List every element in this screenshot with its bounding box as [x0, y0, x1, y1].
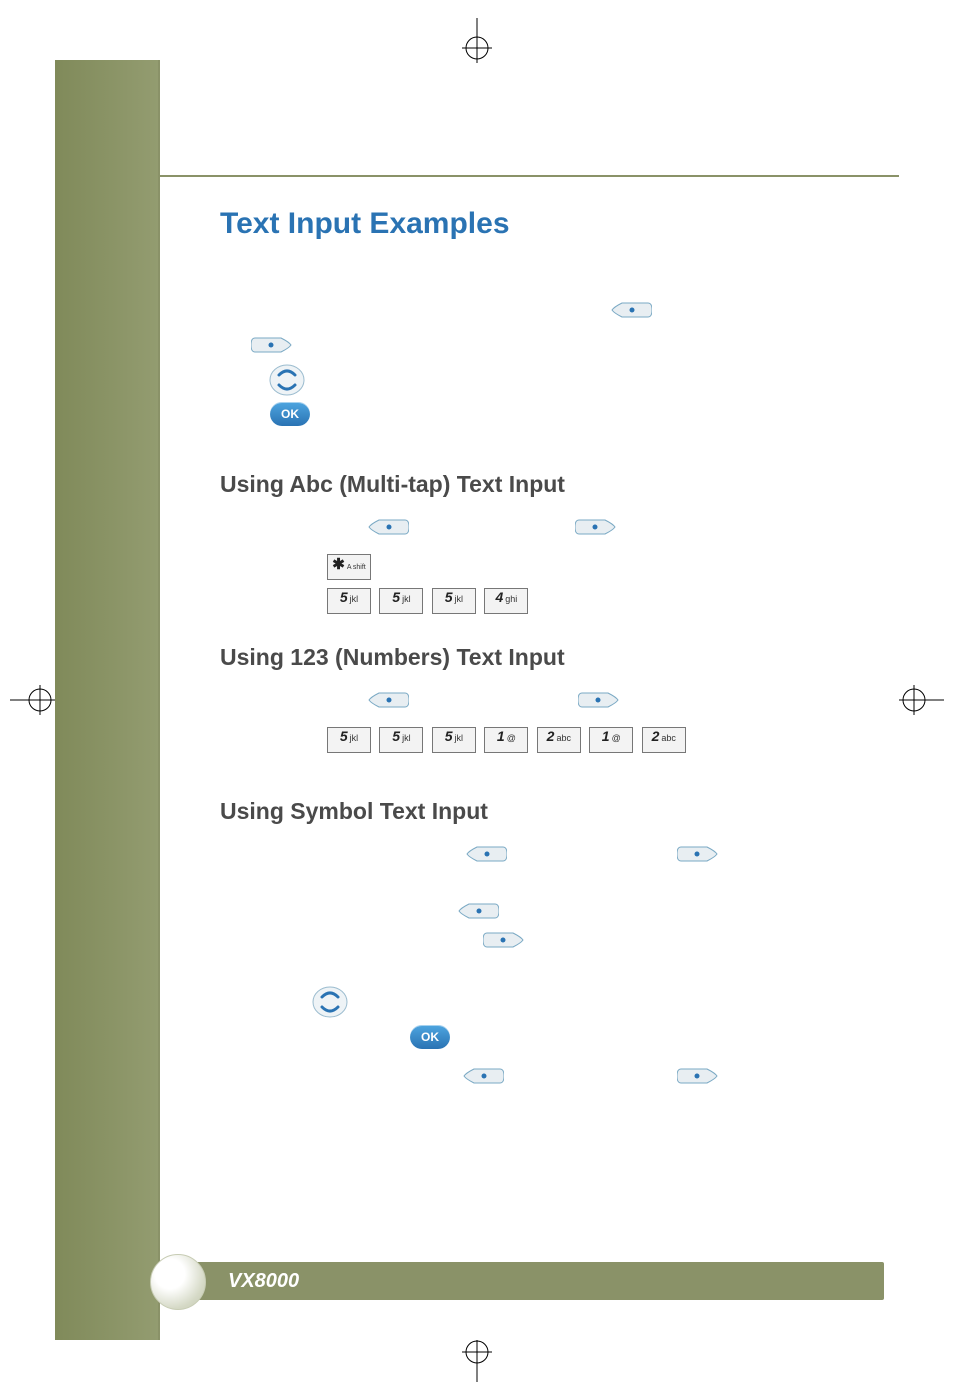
section-heading-symbol: Using Symbol Text Input	[220, 798, 849, 825]
footer-model: VX8000	[228, 1270, 299, 1293]
section-heading-123: Using 123 (Numbers) Text Input	[220, 644, 849, 671]
section-123: Using 123 (Numbers) Text Input 5jkl 5jkl…	[220, 644, 849, 753]
key-star-shift: ✱A shift	[327, 554, 371, 580]
key-1: 1@	[484, 727, 528, 753]
footer-bar: VX8000	[173, 1262, 884, 1300]
softkey-left-icon	[457, 900, 499, 927]
softkey-right-icon	[677, 1065, 719, 1092]
key-2: 2abc	[642, 727, 686, 753]
page-title: Text Input Examples	[220, 207, 849, 241]
softkey-right-icon	[578, 689, 620, 716]
footer-page-circle	[150, 1254, 206, 1310]
softkey-right-icon	[251, 334, 293, 361]
key-5: 5jkl	[379, 588, 423, 614]
softkey-right-icon	[677, 843, 719, 870]
key-4: 4ghi	[484, 588, 528, 614]
olive-sidebar	[55, 60, 160, 1340]
key-2: 2abc	[537, 727, 581, 753]
softkey-left-icon	[462, 1065, 504, 1092]
content-area: Text Input Examples OK Using Abc (Multi-…	[160, 175, 899, 1340]
key-row-shift: ✱A shift	[220, 554, 849, 580]
section-heading-abc: Using Abc (Multi-tap) Text Input	[220, 471, 849, 498]
softkey-right-icon	[575, 516, 617, 543]
key-5: 5jkl	[327, 727, 371, 753]
ok-button-icon: OK	[270, 402, 310, 426]
key-row-5554: 5jkl 5jkl 5jkl 4ghi	[220, 588, 849, 614]
key-1: 1@	[589, 727, 633, 753]
section-abc: Using Abc (Multi-tap) Text Input ✱A shif…	[220, 471, 849, 614]
key-5: 5jkl	[379, 727, 423, 753]
nav-updown-icon	[269, 363, 305, 402]
softkey-right-icon	[483, 929, 525, 956]
ok-button-icon: OK	[410, 1025, 450, 1049]
page-frame: Text Input Examples OK Using Abc (Multi-…	[55, 60, 899, 1340]
nav-updown-icon	[312, 985, 348, 1024]
crop-mark-right	[894, 675, 944, 725]
key-5: 5jkl	[432, 588, 476, 614]
softkey-left-icon	[610, 299, 652, 326]
crop-mark-left	[10, 675, 60, 725]
key-row-5551212: 5jkl 5jkl 5jkl 1@ 2abc 1@ 2abc	[220, 727, 849, 753]
key-5: 5jkl	[327, 588, 371, 614]
softkey-left-icon	[465, 843, 507, 870]
softkey-left-icon	[367, 689, 409, 716]
key-5: 5jkl	[432, 727, 476, 753]
section-symbol: Using Symbol Text Input OK	[220, 798, 849, 1103]
softkey-left-icon	[367, 516, 409, 543]
